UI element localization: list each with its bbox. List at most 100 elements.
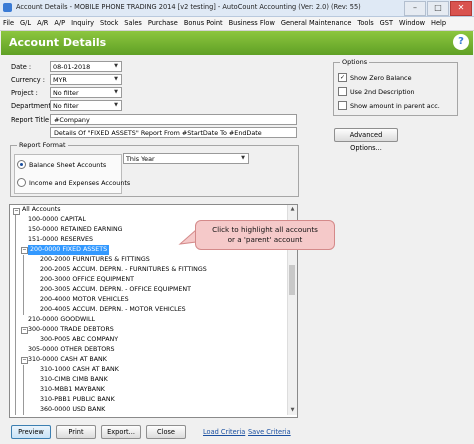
collapse-icon[interactable]: −	[21, 247, 28, 254]
collapse-icon[interactable]: −	[13, 208, 20, 215]
use-2nd-description-checkbox[interactable]: Use 2nd Description	[338, 87, 415, 96]
tree-node[interactable]: 151-0000 RESERVES	[28, 235, 93, 245]
tree-node[interactable]: 200-2000 FURNITURES & FITTINGS	[40, 255, 150, 265]
project-select[interactable]: No filter ▼	[50, 87, 122, 98]
minimize-button[interactable]: –	[404, 1, 426, 16]
balance-sheet-label: Balance Sheet Accounts	[29, 160, 107, 169]
maximize-button[interactable]: □	[427, 1, 449, 16]
project-value: No filter	[53, 89, 79, 97]
report-title-input-1[interactable]: #Company	[50, 114, 297, 125]
tree-node[interactable]: 100-0000 CAPITAL	[28, 215, 86, 225]
menu-tools[interactable]: Tools	[354, 17, 376, 30]
tree-node[interactable]: 200-4005 ACCUM. DEPRN. - MOTOR VEHICLES	[40, 305, 186, 315]
tree-node[interactable]: 310-1000 CASH AT BANK	[40, 365, 119, 375]
menu-ar[interactable]: A/R	[34, 17, 51, 30]
callout-line-2: or a 'parent' account	[227, 235, 303, 244]
app-icon	[3, 3, 12, 12]
menu-sales[interactable]: Sales	[121, 17, 145, 30]
title-bar: Account Details - MOBILE PHONE TRADING 2…	[0, 0, 474, 17]
dropdown-arrow-icon[interactable]: ▼	[112, 101, 120, 110]
radio-unselected-icon	[17, 178, 26, 187]
department-select[interactable]: No filter ▼	[50, 100, 122, 111]
tree-node[interactable]: 310-CIMB CIMB BANK	[40, 375, 108, 385]
page-title: Account Details	[9, 36, 107, 49]
menu-gl[interactable]: G/L	[17, 17, 34, 30]
menu-gst[interactable]: GST	[377, 17, 396, 30]
load-criteria-link[interactable]: Load Criteria	[203, 428, 245, 436]
checkbox-icon	[338, 101, 347, 110]
tree-node[interactable]: 310-PBB1 PUBLIC BANK	[40, 395, 115, 405]
menu-general-maintenance[interactable]: General Maintenance	[278, 17, 355, 30]
menu-help[interactable]: Help	[428, 17, 449, 30]
menu-ap[interactable]: A/P	[51, 17, 68, 30]
dropdown-arrow-icon[interactable]: ▼	[112, 88, 120, 97]
options-group: Options ✓ Show Zero Balance Use 2nd Desc…	[333, 58, 458, 116]
department-value: No filter	[53, 102, 79, 110]
tree-node[interactable]: 200-3005 ACCUM. DEPRN. - OFFICE EQUIPMEN…	[40, 285, 191, 295]
menu-window[interactable]: Window	[396, 17, 428, 30]
close-window-button[interactable]: ✕	[450, 1, 472, 16]
menu-bar: File G/L A/R A/P Inquiry Stock Sales Pur…	[0, 17, 474, 31]
checkbox-checked-icon: ✓	[338, 73, 347, 82]
checkbox-icon	[338, 87, 347, 96]
tree-node[interactable]: 200-2005 ACCUM. DEPRN. - FURNITURES & FI…	[40, 265, 207, 275]
currency-label: Currency :	[11, 76, 46, 84]
report-title-label: Report Title :	[11, 116, 54, 124]
dropdown-arrow-icon[interactable]: ▼	[112, 75, 120, 84]
show-zero-balance-label: Show Zero Balance	[350, 73, 412, 82]
window-controls: – □ ✕	[404, 1, 472, 16]
balance-sheet-radio[interactable]: Balance Sheet Accounts	[17, 160, 106, 169]
menu-bonus-point[interactable]: Bonus Point	[181, 17, 226, 30]
collapse-icon[interactable]: −	[21, 357, 28, 364]
page-header: Account Details ?	[1, 31, 473, 55]
show-amount-parent-label: Show amount in parent acc.	[350, 101, 440, 110]
tree-node[interactable]: 200-4000 MOTOR VEHICLES	[40, 295, 129, 305]
date-label: Date :	[11, 63, 32, 71]
menu-stock[interactable]: Stock	[97, 17, 121, 30]
tree-node[interactable]: 305-0000 OTHER DEBTORS	[28, 345, 115, 355]
callout-line-1: Click to highlight all accounts	[212, 225, 318, 234]
show-amount-parent-checkbox[interactable]: Show amount in parent acc.	[338, 101, 440, 110]
tree-node[interactable]: 300-0000 TRADE DEBTORS	[28, 325, 114, 335]
tree-node[interactable]: 200-3000 OFFICE EQUIPMENT	[40, 275, 134, 285]
tree-node[interactable]: 310-MBB1 MAYBANK	[40, 385, 105, 395]
window-title: Account Details - MOBILE PHONE TRADING 2…	[16, 3, 361, 11]
save-criteria-link[interactable]: Save Criteria	[248, 428, 291, 436]
radio-selected-icon	[17, 160, 26, 169]
print-button[interactable]: Print	[56, 425, 96, 439]
close-button[interactable]: Close	[146, 425, 186, 439]
scroll-up-icon[interactable]: ▲	[288, 205, 297, 214]
tree-node-selected[interactable]: 200-0000 FIXED ASSETS	[28, 245, 110, 255]
use-2nd-description-label: Use 2nd Description	[350, 87, 415, 96]
export-button[interactable]: Export...	[101, 425, 141, 439]
period-select[interactable]: This Year ▼	[123, 153, 249, 164]
tree-node[interactable]: 300-P005 ABC COMPANY	[40, 335, 118, 345]
dropdown-arrow-icon[interactable]: ▼	[112, 62, 120, 71]
dropdown-arrow-icon[interactable]: ▼	[239, 154, 247, 163]
income-expenses-radio[interactable]: Income and Expenses Accounts	[17, 178, 130, 187]
preview-button[interactable]: Preview	[11, 425, 51, 439]
menu-file[interactable]: File	[0, 17, 17, 30]
collapse-icon[interactable]: −	[21, 327, 28, 334]
date-field[interactable]: 08-01-2018 ▼	[50, 61, 122, 72]
menu-inquiry[interactable]: Inquiry	[68, 17, 97, 30]
currency-value: MYR	[53, 76, 67, 84]
tree-node[interactable]: 360-0000 USD BANK	[40, 405, 105, 415]
tree-node[interactable]: 150-0000 RETAINED EARNING	[28, 225, 123, 235]
report-title-input-2[interactable]: Details Of "FIXED ASSETS" Report From #S…	[50, 127, 297, 138]
show-zero-balance-checkbox[interactable]: ✓ Show Zero Balance	[338, 73, 412, 82]
project-label: Project :	[11, 89, 38, 97]
menu-purchase[interactable]: Purchase	[145, 17, 181, 30]
income-expenses-label: Income and Expenses Accounts	[29, 178, 131, 187]
report-format-group: Report Format Balance Sheet Accounts Inc…	[10, 141, 299, 197]
scroll-thumb[interactable]	[289, 265, 295, 295]
tree-line	[23, 365, 24, 415]
tree-node[interactable]: 310-0000 CASH AT BANK	[28, 355, 107, 365]
scroll-down-icon[interactable]: ▼	[288, 406, 297, 415]
currency-select[interactable]: MYR ▼	[50, 74, 122, 85]
help-icon[interactable]: ?	[453, 34, 469, 50]
advanced-options-button[interactable]: Advanced Options...	[334, 128, 398, 152]
menu-business-flow[interactable]: Business Flow	[226, 17, 278, 30]
tree-node-root[interactable]: All Accounts	[22, 205, 61, 215]
tree-node[interactable]: 210-0000 GOODWILL	[28, 315, 95, 325]
